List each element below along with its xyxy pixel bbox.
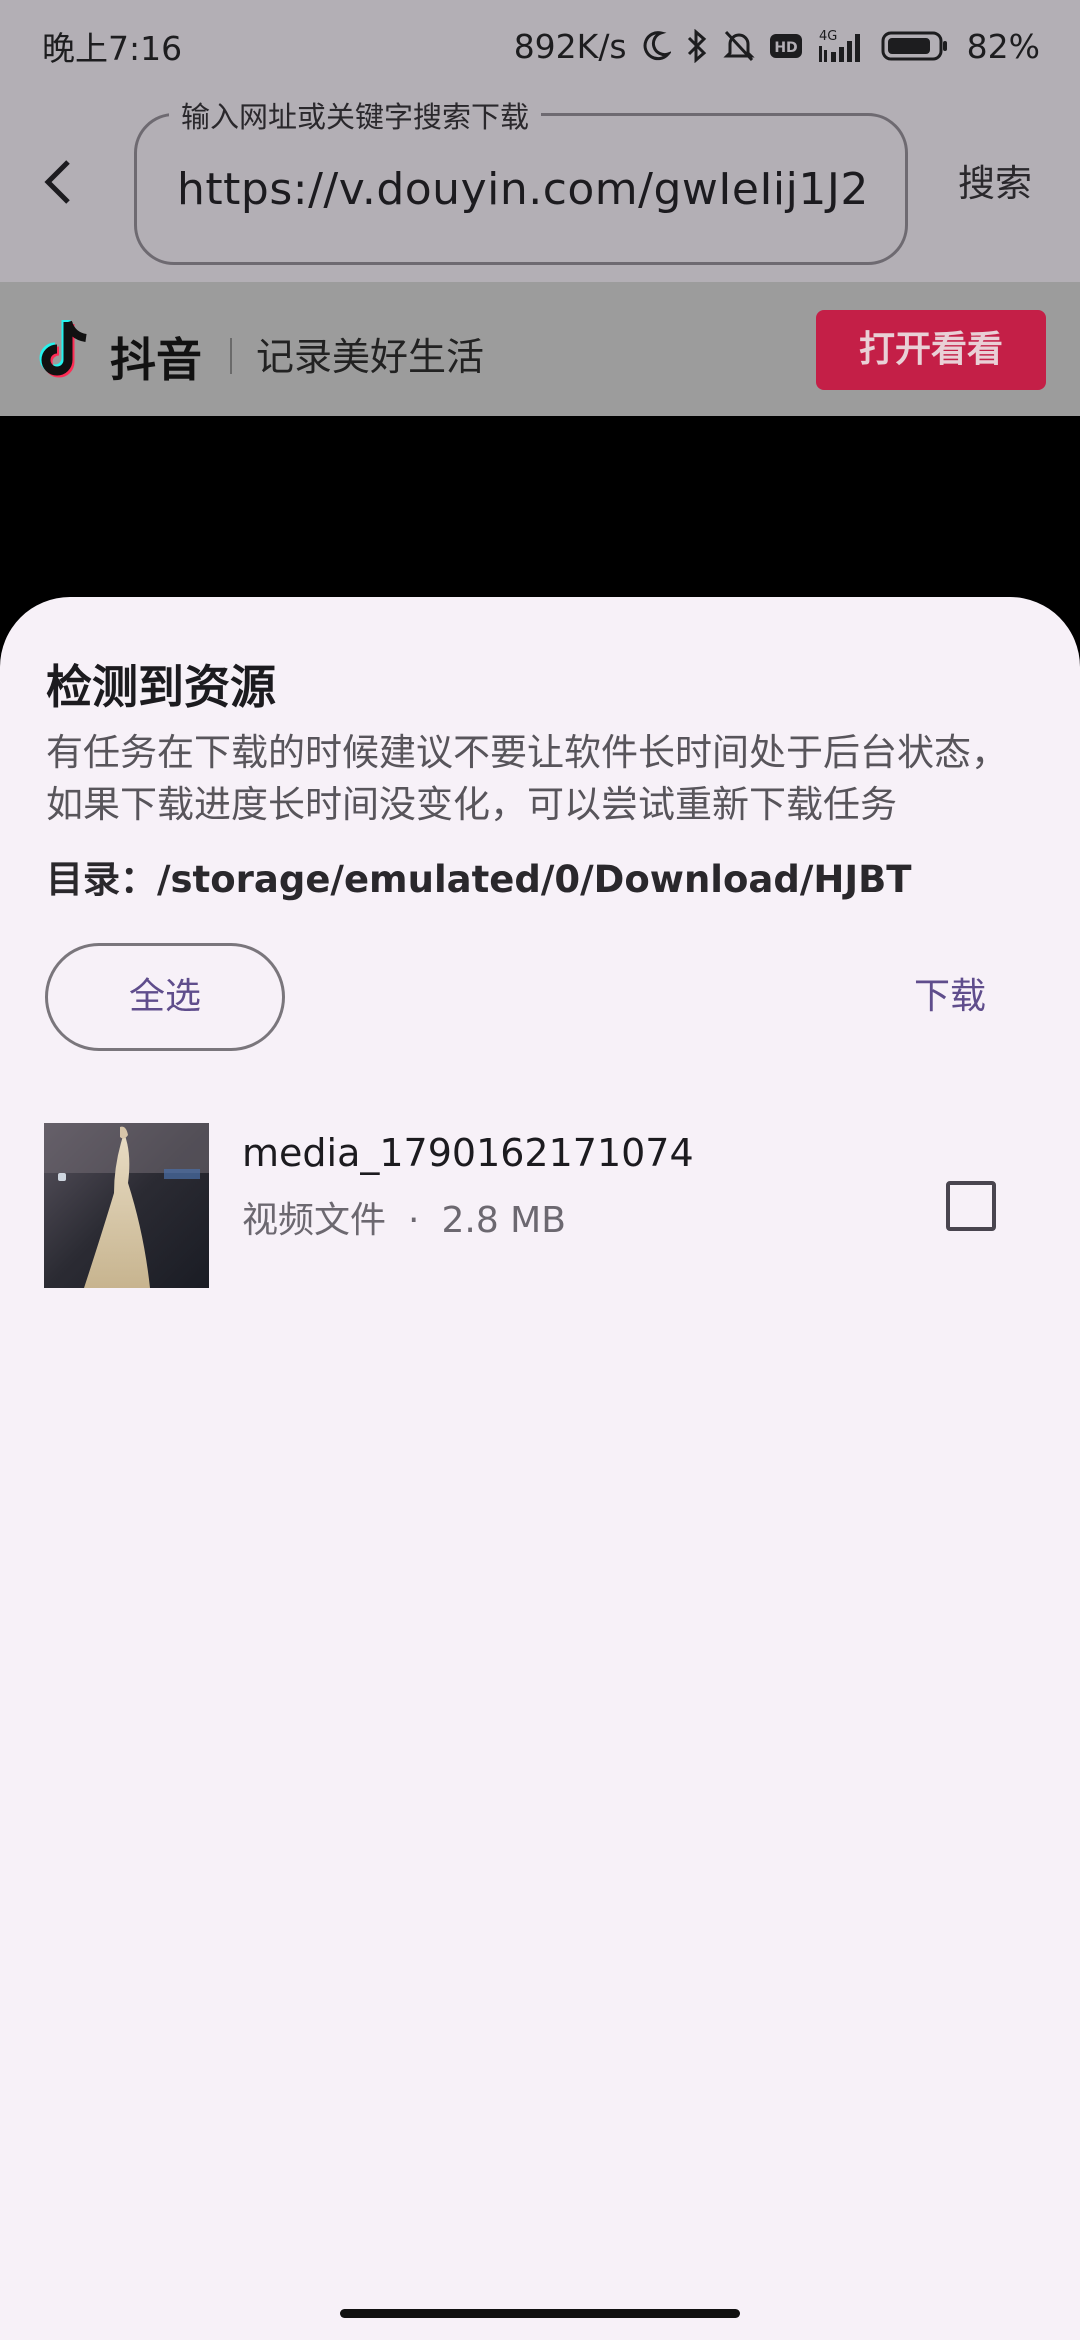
open-app-button[interactable]: 打开看看 bbox=[816, 310, 1046, 390]
status-time: 晚上7:16 bbox=[42, 29, 183, 68]
resource-file-type: 视频文件 bbox=[242, 1200, 387, 1241]
home-indicator[interactable] bbox=[340, 2309, 740, 2318]
select-all-button[interactable]: 全选 bbox=[45, 943, 285, 1051]
douyin-banner: 抖音 记录美好生活 打开看看 bbox=[0, 282, 1080, 416]
hd-icon: HD bbox=[769, 32, 803, 60]
resource-select-checkbox[interactable] bbox=[946, 1181, 996, 1231]
banner-divider bbox=[230, 338, 232, 374]
net-speed: 892K/s bbox=[513, 26, 627, 66]
video-thumbnail bbox=[44, 1123, 209, 1288]
moon-icon bbox=[641, 30, 671, 62]
signal-icon: 4G bbox=[817, 28, 867, 64]
back-button[interactable] bbox=[28, 142, 88, 222]
battery-icon bbox=[881, 31, 949, 61]
search-button[interactable]: 搜索 bbox=[930, 152, 1060, 216]
bell-muted-icon bbox=[723, 29, 755, 63]
url-search-input[interactable]: 输入网址或关键字搜索下载 https://v.douyin.com/gwIeIi… bbox=[134, 94, 908, 265]
douyin-logo-icon bbox=[39, 320, 87, 378]
douyin-slogan: 记录美好生活 bbox=[256, 335, 485, 379]
download-button[interactable]: 下载 bbox=[880, 967, 1020, 1027]
back-arrow-icon bbox=[44, 160, 70, 204]
status-bar: 晚上7:16 892K/s HD 4G 82% bbox=[0, 0, 1080, 92]
battery-percent: 82% bbox=[966, 26, 1040, 66]
status-icons: 892K/s HD 4G 82% bbox=[514, 27, 1040, 66]
resource-file-name: media_1790162171074 bbox=[242, 1131, 694, 1175]
resource-file-size: 2.8 MB bbox=[441, 1200, 566, 1241]
resource-list-item[interactable]: media_1790162171074 视频文件 · 2.8 MB bbox=[0, 1123, 1080, 1293]
douyin-app-name: 抖音 bbox=[110, 333, 202, 387]
url-input-label: 输入网址或关键字搜索下载 bbox=[169, 94, 542, 136]
sheet-description: 有任务在下载的时候建议不要让软件长时间处于后台状态，如果下载进度长时间没变化，可… bbox=[46, 731, 1008, 826]
meta-separator: · bbox=[408, 1200, 420, 1241]
resource-bottom-sheet: 检测到资源 有任务在下载的时候建议不要让软件长时间处于后台状态，如果下载进度长时… bbox=[0, 597, 1080, 2340]
hd-label: HD bbox=[774, 40, 797, 56]
resource-file-meta: 视频文件 · 2.8 MB bbox=[242, 1191, 566, 1243]
url-input-value[interactable]: https://v.douyin.com/gwIeIij1J2 bbox=[177, 164, 867, 215]
network-type: 4G bbox=[819, 29, 837, 44]
bluetooth-icon bbox=[685, 29, 709, 63]
download-directory: 目录：/storage/emulated/0/Download/HJBT bbox=[46, 858, 912, 901]
search-header: 输入网址或关键字搜索下载 https://v.douyin.com/gwIeIi… bbox=[0, 92, 1080, 282]
sheet-title: 检测到资源 bbox=[46, 660, 276, 714]
